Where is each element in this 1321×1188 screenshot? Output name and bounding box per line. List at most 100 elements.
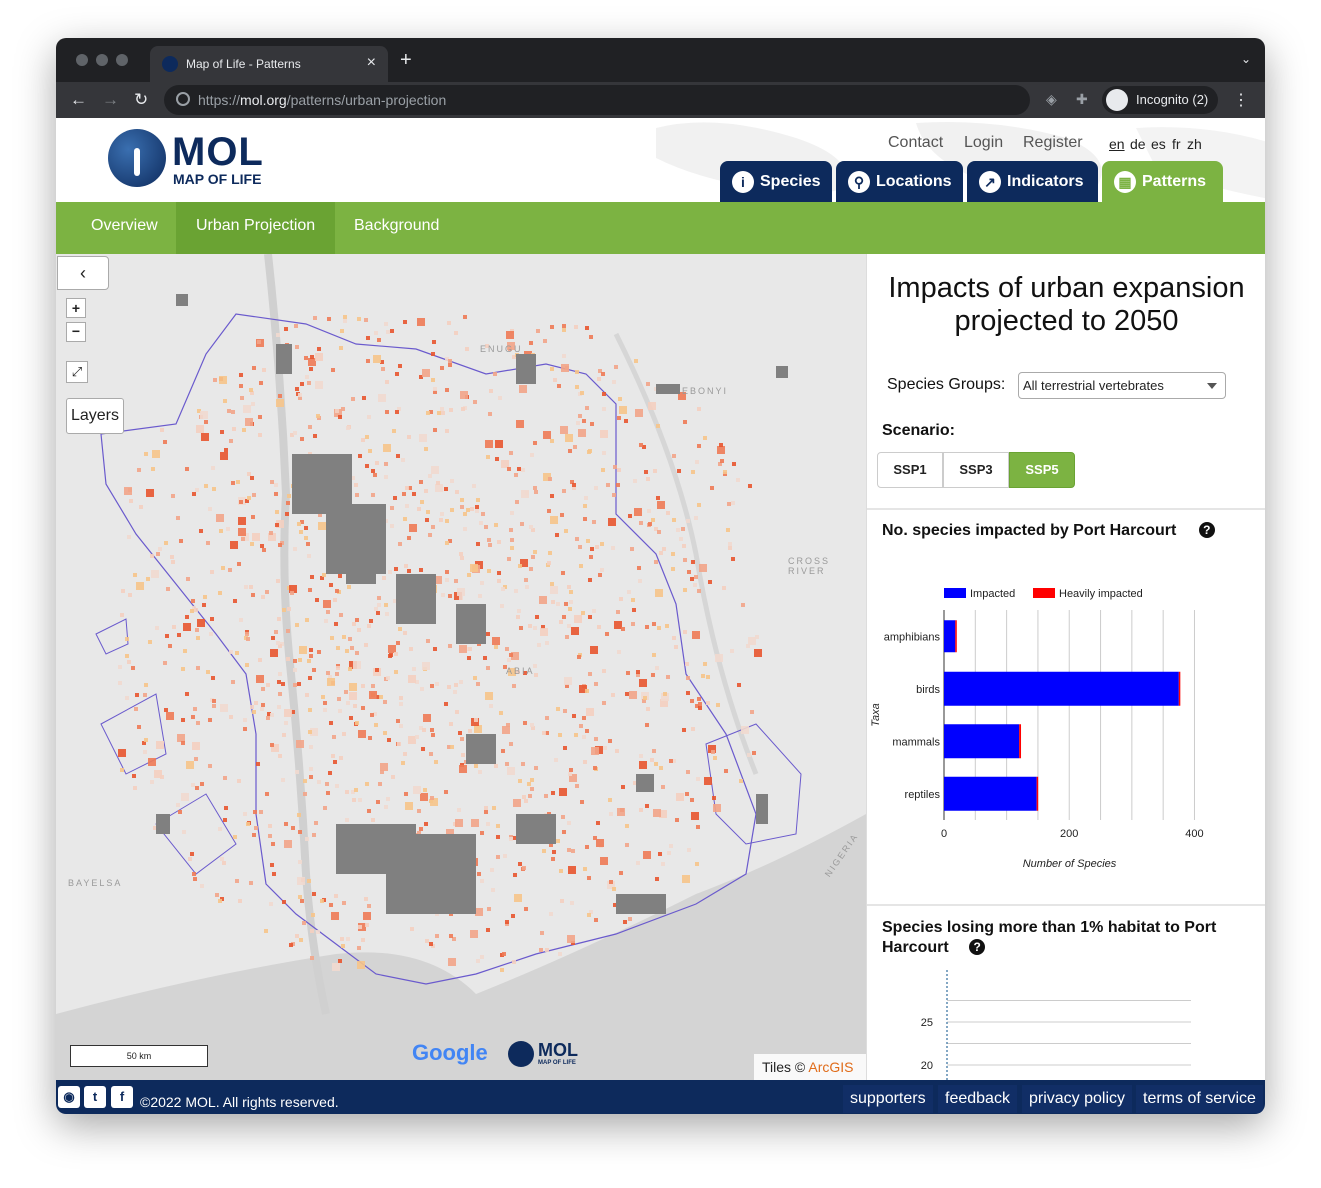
lang-zh[interactable]: zh	[1187, 136, 1202, 152]
subnav-background[interactable]: Background	[334, 202, 459, 254]
chart2-title: Species losing more than 1% habitat to P…	[882, 919, 1217, 956]
urban-projection-map[interactable]	[56, 254, 866, 1080]
scale-bar: 50 km	[70, 1045, 208, 1067]
category-label: mammals	[892, 736, 940, 748]
logo-subtext: MAP OF LIFE	[173, 171, 262, 187]
supporters-link[interactable]: supporters	[843, 1085, 933, 1113]
logo-text[interactable]: MOL	[172, 130, 264, 175]
terms-of-service-link[interactable]: terms of service	[1136, 1085, 1263, 1113]
mol-mini-logo: MOL	[538, 1040, 578, 1060]
section-divider	[867, 508, 1265, 510]
tab-patterns[interactable]: ▦ Patterns	[1102, 161, 1223, 202]
bar-heavily-impacted-mammals	[1019, 724, 1022, 759]
map-view[interactable]: ‹ + − ⤢ Layers ENUGU EBONYI CROSS RIVER …	[56, 254, 866, 1080]
tab-species[interactable]: i Species	[720, 161, 832, 202]
feedback-link[interactable]: feedback	[938, 1085, 1017, 1113]
scenario-label: Scenario:	[882, 422, 955, 439]
extensions-icon[interactable]: ✚	[1076, 91, 1088, 108]
incognito-badge[interactable]: Incognito (2)	[1102, 86, 1219, 114]
species-groups-label: Species Groups:	[887, 376, 1006, 393]
reload-icon[interactable]: ↻	[134, 90, 148, 110]
y-tick-label: 20	[921, 1060, 933, 1072]
site-info-icon[interactable]	[176, 92, 190, 106]
help-icon[interactable]: ?	[969, 939, 986, 955]
x-tick-label: 200	[1060, 828, 1078, 840]
maximize-window-button[interactable]	[116, 54, 128, 66]
region-label-abia: ABIA	[506, 666, 535, 676]
facebook-icon[interactable]: f	[111, 1086, 133, 1108]
scenario-ssp5-button[interactable]: SSP5	[1009, 452, 1075, 488]
register-link[interactable]: Register	[1023, 134, 1083, 152]
site-header: MOL MAP OF LIFE Contact Login Register e…	[56, 118, 1265, 202]
info-icon: i	[732, 171, 754, 193]
login-link[interactable]: Login	[964, 134, 1003, 152]
menu-icon[interactable]: ⋮	[1233, 90, 1249, 110]
fullscreen-icon[interactable]: ⤢	[66, 361, 88, 383]
subnav-overview[interactable]: Overview	[71, 202, 178, 254]
bar-impacted-mammals	[944, 724, 1020, 759]
arcgis-link[interactable]: ArcGIS	[808, 1059, 853, 1075]
chart1-title: No. species impacted by Port Harcourt ?	[882, 522, 1215, 540]
help-icon[interactable]: ?	[1198, 522, 1215, 538]
github-icon[interactable]: ◉	[58, 1086, 80, 1108]
close-window-button[interactable]	[76, 54, 88, 66]
bar-heavily-impacted-reptiles	[1036, 776, 1039, 811]
ublock-icon[interactable]: ◈	[1046, 91, 1057, 108]
close-tab-icon[interactable]: ×	[367, 54, 376, 72]
browser-window: Map of Life - Patterns × + ⌄ ← → ↻ https…	[56, 38, 1265, 1114]
contact-link[interactable]: Contact	[888, 134, 943, 152]
y-tick-label: 25	[921, 1017, 933, 1029]
lang-de[interactable]: de	[1130, 136, 1146, 152]
legend-swatch-heavily-impacted	[1033, 588, 1055, 598]
incognito-icon	[1106, 89, 1128, 111]
x-tick-label: 0	[941, 828, 947, 840]
category-label: amphibians	[884, 631, 941, 643]
layers-button[interactable]: Layers	[66, 398, 124, 434]
zoom-out-button[interactable]: −	[66, 322, 86, 342]
location-pin-icon: ⚲	[848, 171, 870, 193]
page: MOL MAP OF LIFE Contact Login Register e…	[56, 118, 1265, 1114]
url-text: https://mol.org/patterns/urban-projectio…	[198, 92, 447, 108]
forward-icon[interactable]: →	[102, 90, 119, 110]
subnav-urban-projection[interactable]: Urban Projection	[176, 202, 336, 254]
twitter-icon[interactable]: t	[84, 1086, 106, 1108]
minimize-window-button[interactable]	[96, 54, 108, 66]
back-icon[interactable]: ←	[70, 90, 87, 110]
new-tab-button[interactable]: +	[400, 49, 412, 72]
species-groups-select[interactable]: All terrestrial vertebrates	[1018, 372, 1226, 399]
bar-impacted-birds	[944, 671, 1179, 706]
region-label-ebonyi: EBONYI	[682, 386, 729, 396]
scenario-ssp1-button[interactable]: SSP1	[877, 452, 943, 488]
category-label: reptiles	[905, 789, 941, 801]
mol-mini-subtext: MAP OF LIFE	[538, 1060, 576, 1066]
scenario-ssp3-button[interactable]: SSP3	[943, 452, 1009, 488]
x-tick-label: 400	[1185, 828, 1203, 840]
lang-en[interactable]: en	[1109, 136, 1125, 152]
x-axis-label: Number of Species	[1023, 858, 1117, 870]
privacy-policy-link[interactable]: privacy policy	[1022, 1085, 1133, 1113]
address-bar[interactable]: https://mol.org/patterns/urban-projectio…	[164, 85, 1030, 115]
legend-swatch-impacted	[944, 588, 966, 598]
zoom-in-button[interactable]: +	[66, 298, 86, 318]
chevron-down-icon[interactable]: ⌄	[1241, 52, 1251, 66]
browser-tab[interactable]: Map of Life - Patterns ×	[150, 46, 388, 82]
grid-icon: ▦	[1114, 171, 1136, 193]
tab-indicators[interactable]: ↗ Indicators	[967, 161, 1098, 202]
results-panel: Impacts of urban expansion projected to …	[866, 254, 1265, 1080]
collapse-panel-button[interactable]: ‹	[57, 256, 109, 290]
sub-navigation: Overview Urban Projection Background	[56, 202, 1265, 254]
bar-impacted-amphibians	[944, 620, 956, 653]
legend-label: Impacted	[970, 588, 1015, 600]
region-label-cross-river: CROSS RIVER	[788, 556, 831, 576]
lang-es[interactable]: es	[1151, 136, 1166, 152]
region-label-enugu: ENUGU	[480, 344, 523, 354]
y-axis-label: Taxa	[870, 703, 882, 726]
tab-strip: Map of Life - Patterns × + ⌄	[56, 38, 1265, 82]
bar-heavily-impacted-birds	[1178, 671, 1181, 706]
mol-logo-tree-icon	[134, 148, 140, 176]
tab-locations[interactable]: ⚲ Locations	[836, 161, 963, 202]
google-logo: Google	[412, 1040, 488, 1065]
panel-title: Impacts of urban expansion projected to …	[888, 272, 1245, 337]
bar-heavily-impacted-amphibians	[955, 620, 957, 653]
lang-fr[interactable]: fr	[1172, 136, 1181, 152]
